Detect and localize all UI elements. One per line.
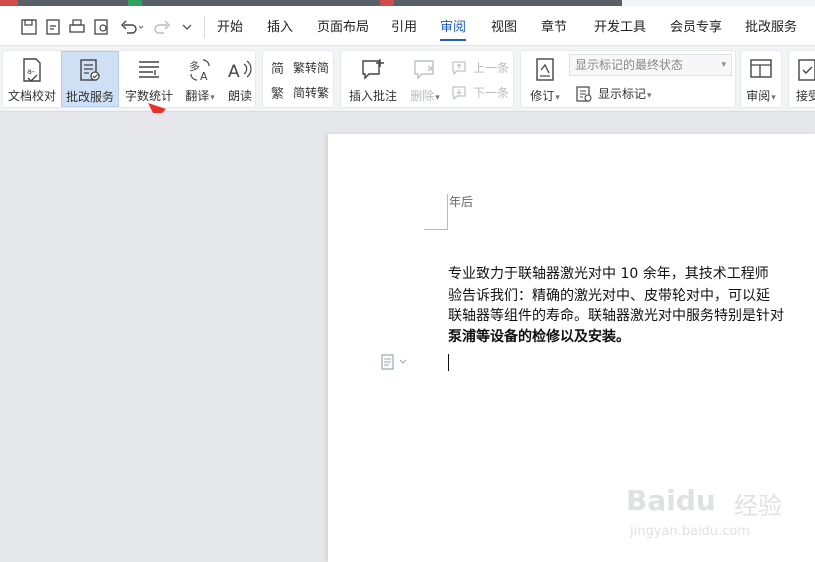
- svg-text:繁: 繁: [271, 86, 284, 101]
- print-icon[interactable]: [68, 18, 86, 36]
- insert-comment-button[interactable]: 插入批注: [343, 51, 403, 107]
- delete-comment-icon: [414, 60, 434, 80]
- tab-insert[interactable]: 插入: [267, 6, 293, 46]
- proofread-label: 文档校对: [7, 89, 56, 103]
- paragraph-handle-icon[interactable]: [381, 354, 409, 370]
- tab-chapter[interactable]: 章节: [541, 6, 567, 46]
- tab-developer[interactable]: 开发工具: [594, 6, 646, 46]
- svg-text:a-: a-: [27, 67, 35, 76]
- export-pdf-icon[interactable]: [44, 18, 62, 36]
- delete-comment-button[interactable]: 删除▾: [405, 51, 445, 107]
- next-comment-icon: [452, 86, 466, 101]
- translate-button[interactable]: 多A 翻译▾: [179, 51, 221, 107]
- read-aloud-label: 朗读: [227, 89, 252, 103]
- translate-icon: 多A: [189, 59, 210, 83]
- track-changes-label-wrap: 修订▾: [523, 87, 567, 104]
- delete-dropdown-icon: ▾: [435, 93, 440, 103]
- track-changes-label: 修订: [530, 89, 555, 103]
- word-count-icon: [139, 61, 159, 78]
- tab-member[interactable]: 会员专享: [670, 6, 722, 46]
- accept-label: 接受: [795, 89, 815, 103]
- paragraph-line: 验告诉我们：精确的激光对中、皮带轮对中，可以延: [448, 288, 770, 304]
- track-changes-button[interactable]: 修订▾: [523, 51, 567, 107]
- tab-home[interactable]: 开始: [217, 6, 243, 46]
- show-markup-label-wrap: 显示标记▾: [598, 83, 652, 107]
- read-aloud-button[interactable]: A 朗读: [223, 51, 257, 107]
- display-mode-value: 显示标记的最终状态: [575, 58, 684, 72]
- insert-comment-label: 插入批注: [348, 89, 397, 103]
- trad-to-simp-label: 繁转简: [293, 61, 330, 75]
- proofing-group: a- 文档校对 批改服务 字数统计 多A 翻译▾ A 朗读: [2, 50, 256, 108]
- menu-separator: [204, 16, 205, 38]
- margin-corner-mark: [424, 194, 448, 230]
- correction-service-icon: [80, 59, 100, 81]
- translate-label: 翻译: [185, 89, 210, 103]
- undo-icon[interactable]: [120, 18, 144, 36]
- tab-page-layout[interactable]: 页面布局: [317, 6, 369, 46]
- delete-label-wrap: 删除▾: [405, 87, 445, 104]
- text-cursor: [448, 354, 449, 371]
- chevron-down-icon: ▾: [721, 60, 726, 70]
- review-dropdown-icon: ▾: [771, 93, 776, 103]
- trad-to-simp-icon: 简: [271, 61, 284, 76]
- read-aloud-icon: A: [228, 60, 252, 82]
- menu-bar: 开始 插入 页面布局 引用 审阅 视图 章节 开发工具 会员专享 批改服务: [0, 6, 815, 46]
- chinese-conversion-group: 简 繁转简 繁 简转繁: [262, 50, 334, 108]
- watermark: Baidu 经验 jingyan.baidu.com: [622, 468, 812, 548]
- svg-text:简: 简: [271, 61, 284, 76]
- svg-text:A: A: [228, 62, 240, 82]
- simp-to-trad-label: 简转繁: [293, 86, 330, 100]
- customize-toolbar-icon[interactable]: [181, 18, 193, 36]
- print-preview-icon[interactable]: [93, 18, 111, 36]
- watermark-brand: Baidu: [626, 484, 716, 517]
- show-markup-icon: [576, 86, 592, 102]
- previous-comment-icon: [452, 61, 466, 76]
- tab-correction-service[interactable]: 批改服务: [745, 6, 797, 46]
- tab-review[interactable]: 审阅: [440, 6, 467, 46]
- review-pane-label: 审阅: [746, 89, 771, 103]
- display-mode-select[interactable]: 显示标记的最终状态 ▾: [569, 54, 732, 76]
- insert-comment-icon: [362, 59, 384, 80]
- show-markup-dropdown-icon: ▾: [647, 91, 652, 101]
- paragraph-line: 专业致力于联轴器激光对中 10 余年，其技术工程师: [448, 266, 769, 282]
- comments-group: 插入批注 删除▾ 上一条 下一条: [340, 50, 514, 108]
- review-pane-group: 审阅▾: [740, 50, 782, 108]
- review-ribbon: a- 文档校对 批改服务 字数统计 多A 翻译▾ A 朗读 简 繁转简 繁 简转…: [0, 46, 815, 112]
- review-pane-label-wrap: 审阅▾: [741, 87, 781, 104]
- watermark-brand-cn: 经验: [734, 492, 782, 520]
- delete-label: 删除: [410, 89, 435, 103]
- proofread-icon: a-: [23, 58, 41, 82]
- redo-icon[interactable]: [153, 18, 177, 36]
- accept-button[interactable]: 接受: [789, 51, 815, 107]
- show-markup-label: 显示标记: [598, 87, 647, 101]
- save-icon[interactable]: [20, 18, 38, 36]
- header-text: 年后: [449, 195, 474, 209]
- review-pane-button[interactable]: 审阅▾: [741, 51, 781, 107]
- track-changes-dropdown-icon: ▾: [555, 93, 560, 103]
- watermark-url: jingyan.baidu.com: [630, 524, 750, 539]
- accept-group: 接受: [788, 50, 815, 108]
- proofread-button[interactable]: a- 文档校对: [5, 51, 59, 107]
- tab-references[interactable]: 引用: [391, 6, 417, 46]
- translate-label-wrap: 翻译▾: [179, 87, 221, 104]
- tab-view[interactable]: 视图: [491, 6, 517, 46]
- next-comment-label: 下一条: [473, 86, 510, 100]
- accept-icon: [798, 59, 815, 81]
- simp-to-trad-icon: 繁: [271, 86, 284, 101]
- translate-dropdown-icon: ▾: [210, 93, 215, 103]
- correction-service-button[interactable]: 批改服务: [61, 51, 119, 107]
- previous-comment-label: 上一条: [473, 61, 510, 75]
- correction-service-label: 批改服务: [65, 90, 114, 104]
- paragraph-line-bold: 泵浦等设备的检修以及安装。: [448, 329, 630, 345]
- svg-text:多: 多: [189, 59, 200, 73]
- paragraph-line: 联轴器等组件的寿命。联轴器激光对中服务特别是针对: [448, 308, 784, 324]
- track-changes-icon: [536, 58, 554, 81]
- review-pane-icon: [750, 59, 772, 78]
- svg-text:A: A: [200, 70, 208, 83]
